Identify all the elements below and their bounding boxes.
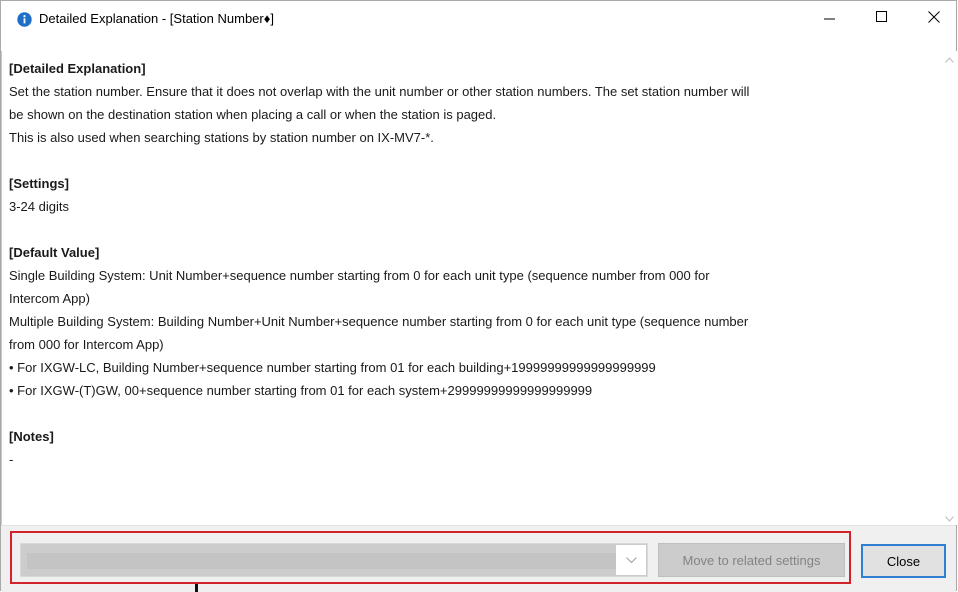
explanation-text-area[interactable]: [Detailed Explanation] Set the station n… <box>9 57 942 523</box>
section-heading: [Settings] <box>9 176 69 191</box>
chevron-down-icon <box>625 551 637 569</box>
text-line: from 000 for Intercom App) <box>9 337 164 352</box>
chevron-up-icon <box>945 50 954 68</box>
text-line: Set the station number. Ensure that it d… <box>9 84 750 99</box>
scroll-up-button[interactable] <box>942 51 957 66</box>
annotation-callout-line <box>195 584 198 592</box>
section-detailed-explanation: [Detailed Explanation] Set the station n… <box>9 57 942 149</box>
text-line: • For IXGW-LC, Building Number+sequence … <box>9 360 656 375</box>
close-button[interactable]: Close <box>861 544 946 578</box>
window-title: Detailed Explanation - [Station Number♦] <box>39 11 274 26</box>
maximize-button[interactable] <box>859 1 905 37</box>
close-icon <box>928 10 940 28</box>
text-line: 3-24 digits <box>9 199 69 214</box>
text-line: - <box>9 452 14 467</box>
text-line: Single Building System: Unit Number+sequ… <box>9 268 710 283</box>
related-settings-dropdown[interactable] <box>20 543 648 577</box>
close-window-button[interactable] <box>911 1 957 37</box>
dropdown-value <box>27 553 637 569</box>
dropdown-arrow-button[interactable] <box>616 545 646 575</box>
minimize-button[interactable] <box>807 1 853 37</box>
content-border <box>1 51 2 525</box>
text-line: Multiple Building System: Building Numbe… <box>9 314 749 329</box>
section-notes: [Notes] - <box>9 425 942 471</box>
maximize-icon <box>876 10 888 28</box>
section-settings: [Settings] 3-24 digits <box>9 172 942 218</box>
scroll-down-button[interactable] <box>942 510 957 525</box>
text-line: • For IXGW-(T)GW, 00+sequence number sta… <box>9 383 593 398</box>
chevron-down-icon <box>945 509 954 527</box>
info-icon <box>17 12 32 27</box>
text-line: Intercom App) <box>9 291 90 306</box>
section-heading: [Detailed Explanation] <box>9 61 146 76</box>
text-line: be shown on the destination station when… <box>9 107 497 122</box>
section-heading: [Default Value] <box>9 245 100 260</box>
text-line: This is also used when searching station… <box>9 130 434 145</box>
section-heading: [Notes] <box>9 429 54 444</box>
detailed-explanation-window: Detailed Explanation - [Station Number♦]… <box>0 0 957 592</box>
vertical-scrollbar[interactable] <box>942 51 957 525</box>
move-to-related-settings-button[interactable]: Move to related settings <box>658 543 845 577</box>
title-bar[interactable]: Detailed Explanation - [Station Number♦] <box>1 1 956 37</box>
minimize-icon <box>824 10 836 28</box>
section-default-value: [Default Value] Single Building System: … <box>9 241 942 402</box>
